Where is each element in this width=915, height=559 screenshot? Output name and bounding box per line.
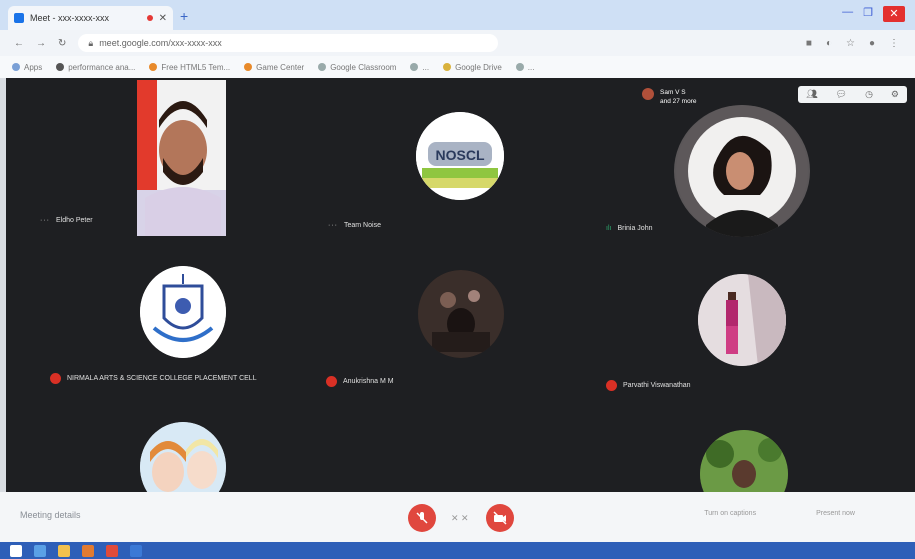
bookmark-item[interactable]: ... — [515, 63, 534, 72]
bookmark-item[interactable]: Game Center — [244, 63, 304, 72]
bookmark-icon — [443, 63, 452, 72]
meet-top-icons: 👥︎ 💬︎ ◷ ⚙ — [798, 86, 907, 103]
forward-icon[interactable]: → — [36, 38, 46, 49]
mic-muted-icon — [606, 380, 617, 391]
bookmark-item[interactable]: Apps — [12, 63, 42, 72]
bookmark-icon — [318, 63, 327, 72]
bookmark-item[interactable]: performance ana... — [56, 63, 135, 72]
present-button[interactable]: Present now — [816, 510, 855, 517]
participant-name-parvathi: Parvathi Viswanathan — [606, 380, 691, 391]
participant-avatar-team-noise: NOSCL — [416, 112, 504, 200]
people-icon[interactable]: 👥︎ — [806, 89, 817, 100]
camera-icon[interactable]: ■ — [806, 38, 812, 49]
speaking-indicator-icon: ılı — [606, 225, 612, 232]
microphone-toggle-button[interactable] — [408, 504, 436, 532]
url-text: meet.google.com/xxx-xxxx-xxx — [99, 38, 222, 48]
participant-avatar-anukrishna — [418, 270, 504, 358]
clock-icon[interactable]: ◷ — [865, 89, 873, 100]
bookmark-item[interactable]: Google Drive — [443, 63, 502, 72]
participant-avatar-brinia — [674, 105, 810, 237]
audio-dots-icon: ··· — [40, 217, 50, 224]
meeting-details-button[interactable]: Meeting details — [20, 510, 81, 520]
camera-off-icon — [493, 511, 507, 525]
url-input[interactable]: 🔒︎ meet.google.com/xxx-xxxx-xxx — [78, 34, 499, 52]
bookmark-icon — [410, 63, 419, 72]
person-photo-icon — [418, 270, 504, 358]
captions-button[interactable]: Turn on captions — [704, 510, 756, 517]
maximize-button[interactable]: ❐ — [863, 6, 873, 22]
profile-icon[interactable]: ● — [869, 38, 875, 49]
media-icon[interactable] — [82, 544, 94, 557]
participant-avatar-parvathi — [698, 274, 786, 366]
team-logo-icon: NOSCL — [416, 112, 504, 200]
college-emblem-icon — [140, 266, 226, 358]
participant-avatar-nirmala — [140, 266, 226, 358]
person-photo-icon — [700, 430, 788, 492]
person-photo-icon — [698, 274, 786, 366]
cartoon-avatar-icon — [140, 422, 226, 492]
app-icon[interactable] — [130, 544, 142, 557]
lock-icon: 🔒︎ — [88, 37, 94, 48]
meet-control-bar: Meeting details ✕ ✕ Turn on captions Pre… — [0, 492, 915, 542]
bookmark-item[interactable]: ... — [410, 63, 429, 72]
person-photo-icon — [676, 105, 808, 237]
reload-icon[interactable]: ↻ — [58, 38, 66, 49]
browser-window: Meet - xxx-xxxx-xxx ✕ + — ❐ ✕ ← → ↻ 🔒︎ m… — [0, 0, 915, 559]
meet-grid: Sam V S and 27 more 👥︎ 💬︎ ◷ ⚙ ··· Eldho … — [6, 78, 915, 492]
participant-name-brinia: ılı Brinia John — [606, 225, 653, 232]
toolbar-icons: ■ ◐ ☆ ● ⋮ — [806, 38, 899, 49]
extension-icon[interactable]: ◐ — [826, 38, 832, 49]
browser-tab-meet[interactable]: Meet - xxx-xxxx-xxx ✕ — [8, 6, 173, 30]
bookmark-item[interactable]: Free HTML5 Tem... — [149, 63, 230, 72]
participant-video-eldho — [137, 80, 226, 236]
settings-icon[interactable]: ⚙ — [891, 89, 899, 100]
participant-name-anukrishna: Anukrishna M M — [326, 376, 394, 387]
address-bar-row: ← → ↻ 🔒︎ meet.google.com/xxx-xxxx-xxx ■ … — [0, 30, 915, 56]
chat-icon[interactable]: 💬︎ — [836, 89, 847, 100]
bookmark-icon — [56, 63, 65, 72]
chrome-icon[interactable] — [106, 544, 118, 557]
back-icon[interactable]: ← — [14, 38, 24, 49]
participants-line2: and 27 more — [660, 98, 697, 105]
participant-avatar-cartoon — [140, 422, 226, 492]
mic-muted-icon — [326, 376, 337, 387]
menu-icon[interactable]: ⋮ — [889, 38, 899, 49]
person-video-icon — [137, 80, 226, 236]
os-taskbar — [0, 542, 915, 559]
recording-dot-icon — [146, 15, 153, 21]
participants-line1: Sam V S — [660, 89, 686, 96]
ie-icon[interactable] — [34, 544, 46, 557]
logo-text: NOSCL — [436, 147, 485, 163]
new-tab-button[interactable]: + — [180, 8, 188, 24]
bookmark-icon — [149, 63, 158, 72]
bookmarks-bar: Apps performance ana... Free HTML5 Tem..… — [0, 56, 915, 78]
windows-start-icon[interactable] — [10, 544, 22, 557]
participants-indicator[interactable]: Sam V S and 27 more — [642, 88, 697, 106]
mic-off-icon — [416, 512, 428, 524]
audio-dots-icon: ··· — [328, 222, 338, 229]
avatar — [642, 88, 654, 100]
tab-title: Meet - xxx-xxxx-xxx — [30, 13, 110, 23]
minimize-button[interactable]: — — [842, 6, 853, 22]
close-tab-icon[interactable]: ✕ — [159, 13, 167, 24]
participant-name-eldho: ··· Eldho Peter — [40, 217, 93, 224]
close-window-button[interactable]: ✕ — [883, 6, 905, 22]
apps-icon — [12, 63, 20, 72]
participant-avatar-outdoor — [700, 430, 788, 492]
participant-name-nirmala: NIRMALA ARTS & SCIENCE COLLEGE PLACEMENT… — [50, 373, 257, 384]
end-call-button[interactable]: ✕ ✕ — [451, 513, 469, 524]
window-controls: — ❐ ✕ — [842, 6, 905, 22]
control-right-group: Turn on captions Present now — [704, 510, 855, 517]
tab-bar: Meet - xxx-xxxx-xxx ✕ + — ❐ ✕ — [0, 0, 915, 30]
folder-icon[interactable] — [58, 544, 70, 557]
meet-favicon-icon — [14, 13, 24, 23]
participant-name-team-noise: ··· Team Noise — [328, 222, 381, 229]
bookmark-icon — [515, 63, 524, 72]
bookmark-icon — [244, 63, 253, 72]
bookmark-item[interactable]: Google Classroom — [318, 63, 396, 72]
camera-toggle-button[interactable] — [486, 504, 514, 532]
star-icon[interactable]: ☆ — [846, 38, 855, 49]
mic-muted-icon — [50, 373, 61, 384]
